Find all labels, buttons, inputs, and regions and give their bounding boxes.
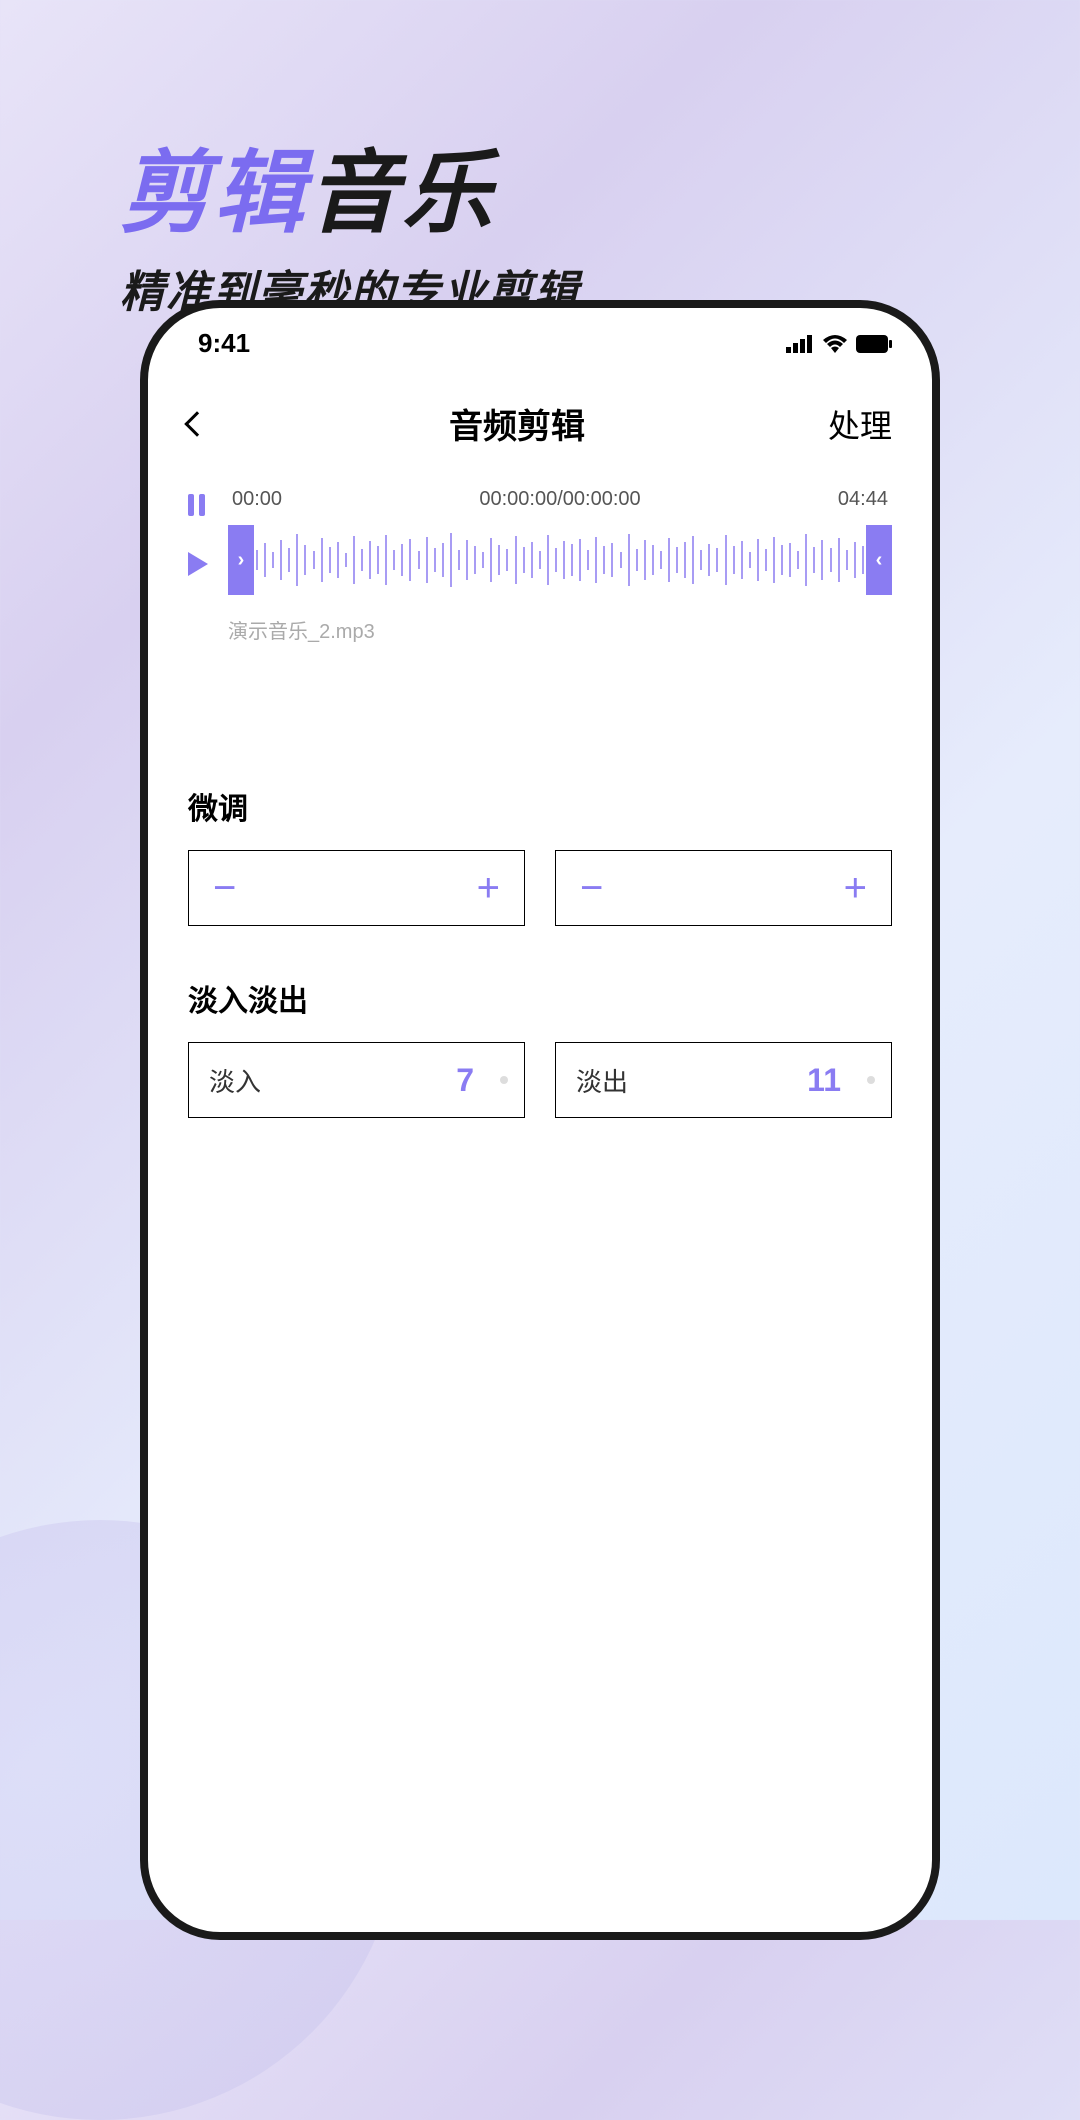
trim-handle-left[interactable]: › [228,525,254,595]
more-icon [500,1076,508,1084]
audio-player: 00:00 00:00:00/00:00:00 04:44 › ‹ 演示音乐_2… [148,468,932,644]
play-button[interactable] [188,552,208,576]
promo-headline: 剪辑音乐 精准到毫秒的专业剪辑 [120,120,580,320]
time-labels: 00:00 00:00:00/00:00:00 04:44 [228,488,892,511]
signal-icon [786,335,814,353]
start-time: 00:00 [232,488,282,511]
fade-section: 淡入淡出 淡入 7 淡出 11 [148,976,932,1118]
finetune-right-stepper: − + [555,850,892,926]
chevron-left-icon [184,411,209,436]
fade-in-control[interactable]: 淡入 7 [188,1042,525,1118]
back-button[interactable] [188,415,206,433]
finetune-title: 微调 [188,784,892,828]
finetune-section: 微调 − + − + [148,784,932,926]
wifi-icon [822,335,848,353]
minus-button[interactable]: − [580,868,603,908]
status-bar: 9:41 [148,308,932,369]
headline-accent: 剪辑 [120,144,308,244]
minus-button[interactable]: − [213,868,236,908]
fade-in-label: 淡入 [209,1062,261,1099]
nav-bar: 音频剪辑 处理 [148,369,932,468]
fade-in-value: 7 [456,1062,474,1099]
finetune-left-stepper: − + [188,850,525,926]
process-button[interactable]: 处理 [828,401,892,447]
trim-handle-right[interactable]: ‹ [866,525,892,595]
fade-out-value: 11 [807,1062,841,1099]
more-icon [867,1076,875,1084]
headline-dark: 音乐 [308,144,496,244]
plus-button[interactable]: + [844,868,867,908]
playhead-time: 00:00:00/00:00:00 [479,488,640,511]
end-time: 04:44 [838,488,888,511]
plus-button[interactable]: + [477,868,500,908]
pause-button[interactable] [188,494,208,516]
waveform-selector[interactable]: › ‹ [228,525,892,595]
battery-icon [856,335,892,353]
pause-icon [188,494,194,516]
phone-frame: 9:41 音频剪辑 处理 00:00 00:00:00/00:00:00 04:… [140,300,940,1940]
page-title: 音频剪辑 [449,399,585,448]
waveform-track[interactable] [254,525,866,595]
status-time: 9:41 [198,328,250,359]
audio-filename: 演示音乐_2.mp3 [228,615,892,644]
fade-title: 淡入淡出 [188,976,892,1020]
fade-out-label: 淡出 [576,1062,628,1099]
fade-out-control[interactable]: 淡出 11 [555,1042,892,1118]
